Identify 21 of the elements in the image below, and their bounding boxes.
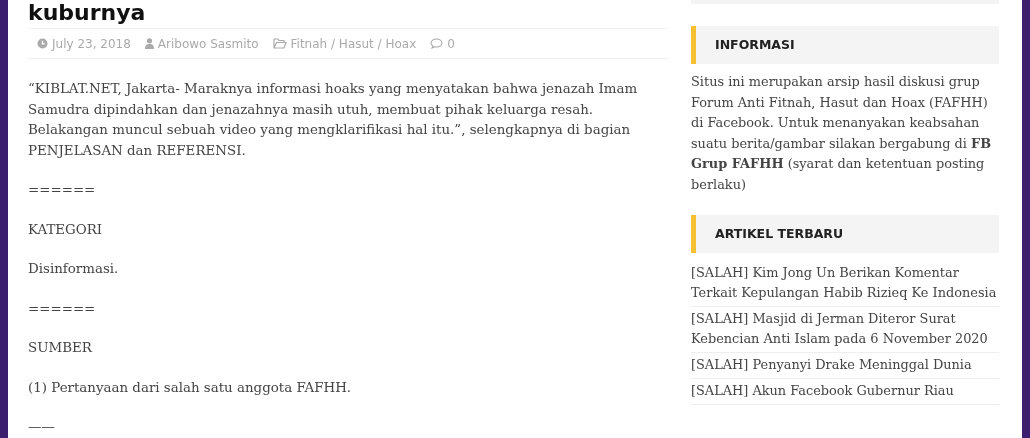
paragraph: SUMBER — [28, 339, 93, 357]
article-link[interactable]: [SALAH] Akun Facebook Gubernur Riau — [691, 381, 999, 401]
widget-title: ARTIKEL TERBARU — [691, 215, 999, 253]
paragraph: —— — [28, 418, 56, 436]
paragraph: ====== — [28, 181, 97, 199]
comment-icon — [430, 38, 444, 49]
widget-text: Situs ini merupakan arsip hasil diskusi grup Forum Anti Fitnah, Hasut dan Hoax (FAFHH) di Facebook. Untuk menanyakan keabsahan suatu berita/gambar silakan bergabung di FB Grup FAFHH (syarat dan ketentuan posting berlaku) — [691, 73, 993, 194]
widget-title: INFORMASI — [691, 26, 999, 64]
person-icon — [144, 38, 154, 49]
article-link[interactable]: [SALAH] Masjid di Jerman Diteror Surat Kebencian Anti Islam pada 6 November 2020 — [691, 309, 999, 349]
paragraph: KATEGORI — [28, 220, 104, 239]
article-link[interactable]: [SALAH] Kim Jong Un Berikan Komentar Terkait Kepulangan Habib Rizieq Ke Indonesia — [691, 263, 999, 303]
paragraph: ====== — [28, 299, 97, 318]
article-link[interactable]: [SALAH] Penyanyi Drake Meninggal Dunia — [691, 355, 999, 375]
clock-icon — [37, 38, 48, 49]
paragraph: “KIBLAT.NET, Jakarta- Maraknya informasi hoaks yang menyatakan bahwa jenazah Imam Samudra dipindahkan dan jenazahnya masih utuh, membuat pihak keluarga resah. Belakangan muncul sebuah video yang mengklarifikasi hal itu.”, selengkapnya di bagian PENJELASAN dan REFERENSI. — [28, 80, 639, 160]
paragraph: Disinformasi. — [28, 260, 120, 278]
folder-icon — [272, 38, 287, 49]
post-date: July 23, 2018 — [52, 36, 131, 51]
article-title: kuburnya — [28, 0, 147, 25]
paragraph: (1) Pertanyaan dari salah satu anggota FAFHH. — [28, 378, 353, 397]
